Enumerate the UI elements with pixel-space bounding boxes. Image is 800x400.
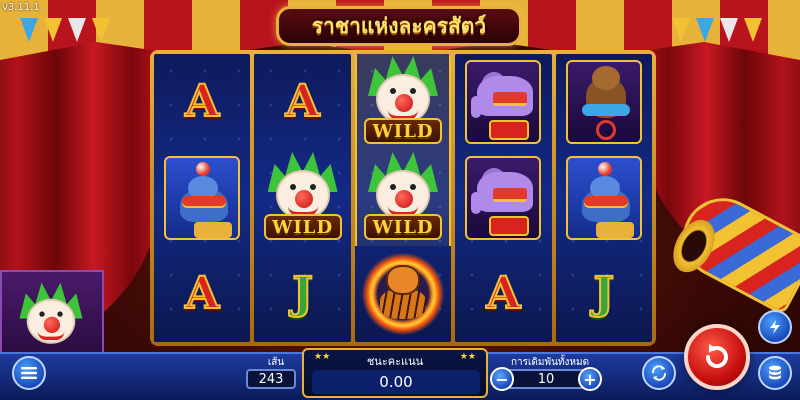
reel-3-cell-1: WILD [355, 54, 451, 150]
game-title-banner: ราชาแห่งละครสัตว์ [276, 6, 522, 46]
symbol-j: J [291, 268, 314, 319]
elephant-symbol-icon [465, 60, 542, 144]
lines-label: เส้น [267, 357, 285, 368]
tiger-ring-symbol-icon [360, 251, 447, 337]
reel-5-cell-1 [556, 54, 652, 150]
clown-wild-symbol-icon: WILD [358, 152, 448, 244]
total-bet-value: 10 [506, 369, 586, 389]
menu-icon [21, 367, 37, 379]
reel-4: A [455, 54, 552, 342]
turbo-button[interactable] [758, 310, 792, 344]
elephant-symbol-icon [465, 156, 542, 240]
seal-symbol-icon [164, 156, 241, 240]
reel-frame: A A A WILD J WILD WILD A J [150, 50, 656, 346]
autoplay-button[interactable] [642, 356, 676, 390]
symbol-a: A [184, 76, 220, 127]
reel-2-cell-3: J [254, 246, 350, 342]
decrease-bet-button[interactable]: − [490, 367, 514, 391]
reel-5-cell-3: J [556, 246, 652, 342]
symbol-a: A [184, 268, 220, 319]
menu-button[interactable] [12, 356, 46, 390]
autoplay-icon [651, 365, 667, 381]
reel-4-cell-1 [455, 54, 551, 150]
reel-2-cell-1: A [254, 54, 350, 150]
seal-symbol-icon [565, 156, 642, 240]
bet-coins-button[interactable] [758, 356, 792, 390]
reel-4-cell-3: A [455, 246, 551, 342]
wild-label: WILD [364, 214, 443, 240]
increase-bet-button[interactable]: + [578, 367, 602, 391]
reel-4-cell-2 [455, 150, 551, 246]
turbo-icon [770, 320, 780, 334]
game-stage: v3.11.1 ราชาแห่งละครสัตว์ A A A WILD J W… [0, 0, 800, 400]
version-label: v3.11.1 [2, 2, 40, 13]
reel-3-cell-3 [355, 246, 451, 342]
symbol-a: A [485, 268, 521, 319]
reel-2: A WILD J [254, 54, 351, 342]
clown-wild-symbol-icon: WILD [258, 152, 348, 244]
win-label: ชนะคะแนน [366, 355, 424, 368]
symbol-j: J [592, 268, 615, 319]
game-title: ราชาแห่งละครสัตว์ [311, 13, 487, 38]
reel-5-cell-2 [556, 150, 652, 246]
reel-5: J [555, 54, 653, 342]
wild-label: WILD [364, 118, 443, 144]
spin-button[interactable] [684, 324, 750, 390]
reel-2-cell-2: WILD [254, 150, 350, 246]
win-panel: ★★ ★★ ชนะคะแนน 0.00 [302, 348, 488, 398]
spin-icon [705, 344, 728, 369]
win-value: 0.00 [312, 370, 480, 394]
clown-box-decoration [0, 270, 104, 360]
symbol-a: A [285, 76, 321, 127]
wild-label: WILD [263, 214, 342, 240]
reel-1-cell-1: A [154, 54, 250, 150]
bunting-right [672, 18, 762, 48]
reel-1-cell-3: A [154, 246, 250, 342]
lines-value: 243 [246, 369, 296, 389]
coins-icon [769, 365, 781, 380]
reel-1: A A [154, 54, 251, 342]
clown-wild-symbol-icon: WILD [358, 56, 448, 148]
reel-3-cell-2: WILD [355, 150, 451, 246]
reel-1-cell-2 [154, 150, 250, 246]
bunting-left [20, 18, 110, 48]
bear-symbol-icon [565, 60, 642, 144]
reel-3: WILD WILD [354, 54, 452, 342]
